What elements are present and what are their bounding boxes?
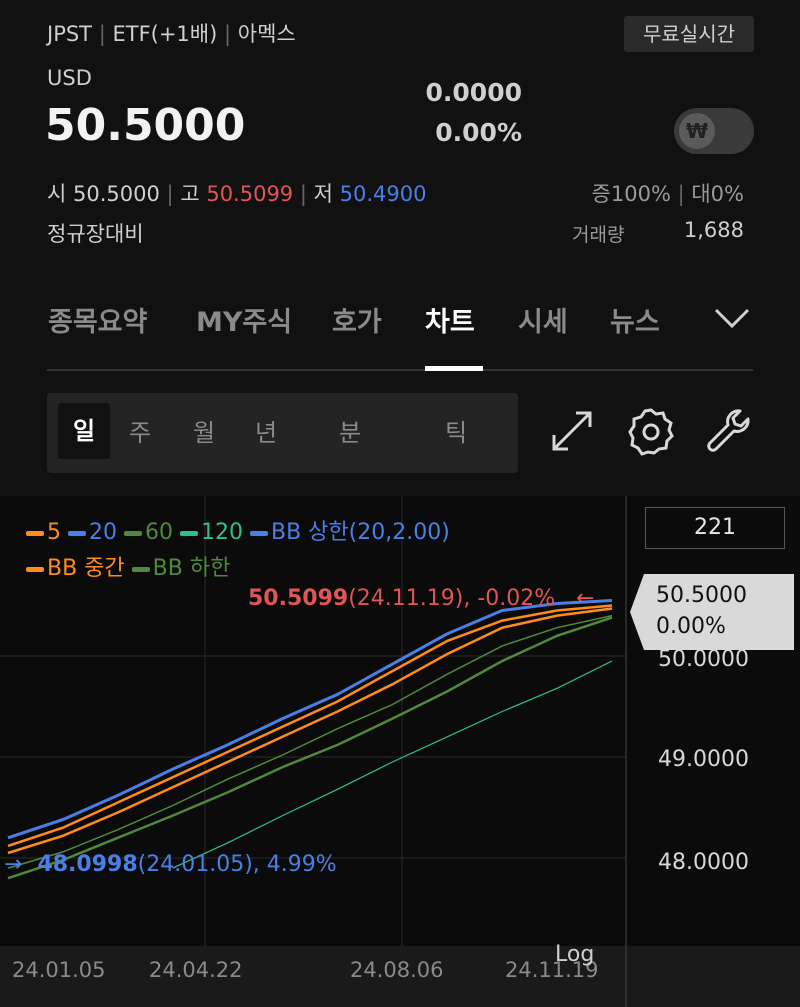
legend-swatch (250, 530, 268, 536)
gear-icon[interactable] (625, 405, 677, 457)
price-change: 0.0000 (425, 78, 522, 107)
legend-label: BB 중간 (47, 556, 125, 581)
y-tick-label: 49.0000 (658, 747, 749, 772)
arrow-right-icon: → (4, 852, 23, 877)
period-month[interactable]: 월 (193, 413, 215, 448)
won-icon: ₩ (679, 113, 715, 149)
legend-swatch (26, 530, 44, 536)
low-marker: → 48.0998(24.01.05), 4.99% (4, 852, 337, 877)
chart-legend: 5 20 60 120 BB 상한(20,2.00) BB 중간 BB 하한 (26, 514, 626, 582)
candle-count-box[interactable]: 221 (645, 507, 785, 549)
high-value: 50.5099 (206, 182, 294, 206)
tab-chart[interactable]: 차트 (425, 300, 475, 339)
period-day[interactable]: 일 (58, 403, 110, 459)
tab-price[interactable]: 시세 (518, 300, 568, 339)
tab-news[interactable]: 뉴스 (610, 300, 660, 339)
main-tabs: 종목요약 MY주식 호가 차트 시세 뉴스 (48, 300, 752, 340)
legend-item[interactable]: 120 (180, 520, 250, 545)
legend-row-2: BB 중간 BB 하한 (26, 550, 626, 582)
legend-item[interactable]: 20 (68, 520, 124, 545)
separator: | (98, 22, 106, 46)
separator: | (224, 22, 232, 46)
current-price-tag-price: 50.5000 (656, 583, 747, 608)
legend-swatch (180, 530, 198, 536)
legend-item[interactable]: BB 하한 (131, 556, 231, 581)
high-marker-detail: (24.11.19), -0.02% (348, 586, 556, 611)
current-price-tag: 50.5000 0.00% (656, 580, 747, 642)
x-tick-label: 24.08.06 (350, 958, 444, 982)
legend-label: 60 (145, 520, 173, 545)
high-marker-value: 50.5099 (248, 586, 349, 611)
period-minute[interactable]: 분 (339, 413, 361, 448)
legend-item[interactable]: BB 중간 (26, 556, 132, 581)
expand-icon[interactable] (546, 405, 598, 457)
legend-item[interactable]: 5 (26, 520, 68, 545)
current-price: 50.5000 (45, 100, 246, 151)
chevron-down-icon[interactable] (712, 302, 752, 332)
legend-swatch (68, 530, 86, 536)
legend-label: 120 (201, 520, 243, 545)
margin-info: 증100% | 대0% (592, 178, 744, 208)
open-value: 50.5000 (73, 182, 160, 206)
separator: | (166, 182, 174, 206)
period-selector: 일 주 월 년 분 틱 (47, 393, 518, 473)
price-change-pct: 0.00% (435, 118, 522, 147)
volume-value: 1,688 (683, 218, 744, 242)
legend-label: BB 하한 (152, 556, 231, 581)
low-marker-value: 48.0998 (37, 852, 138, 877)
low-label: 저 (313, 182, 333, 206)
x-tick-label: 24.04.22 (149, 958, 243, 982)
currency-toggle[interactable]: ₩ (674, 108, 754, 154)
currency-label: USD (47, 66, 92, 90)
tab-quote[interactable]: 호가 (332, 300, 382, 339)
wrench-icon[interactable] (704, 405, 756, 457)
legend-label: 20 (89, 520, 117, 545)
ohlc-row: 시 50.5000 | 고 50.5099 | 저 50.4900 (47, 178, 426, 208)
legend-item[interactable]: 60 (124, 520, 180, 545)
high-label: 고 (180, 182, 200, 206)
loan-rate: 대0% (691, 182, 744, 206)
y-tick-label: 48.0000 (658, 850, 749, 875)
active-tab-indicator (425, 366, 483, 371)
legend-item[interactable]: BB 상한(20,2.00) (250, 520, 450, 545)
legend-swatch (131, 566, 150, 572)
period-year[interactable]: 년 (255, 413, 277, 448)
tabs-divider (47, 369, 753, 371)
current-price-tag-pct: 0.00% (656, 614, 726, 639)
tab-my-stocks[interactable]: MY주식 (196, 300, 292, 339)
compare-label: 정규장대비 (47, 222, 144, 246)
tab-summary[interactable]: 종목요약 (48, 300, 147, 339)
volume-label: 거래량 (572, 224, 625, 246)
period-week[interactable]: 주 (129, 413, 151, 448)
low-value: 50.4900 (339, 182, 427, 206)
instrument-info: JPST | ETF(+1배) | 아멕스 (47, 18, 296, 48)
arrow-left-icon: ← (576, 586, 595, 611)
legend-row-1: 5 20 60 120 BB 상한(20,2.00) (26, 514, 626, 546)
separator: | (299, 182, 307, 206)
legend-label: BB 상한(20,2.00) (271, 520, 450, 545)
ticker: JPST (47, 22, 93, 46)
low-marker-detail: (24.01.05), 4.99% (137, 852, 337, 877)
legend-swatch (124, 530, 142, 536)
log-scale-toggle[interactable]: Log (555, 942, 594, 967)
issuer: 아멕스 (237, 22, 296, 46)
x-tick-label: 24.01.05 (12, 958, 106, 982)
margin-rate: 증100% (591, 182, 671, 206)
y-tick-label: 50.0000 (658, 647, 749, 672)
instrument-type: ETF(+1배) (112, 22, 218, 46)
legend-swatch (26, 566, 44, 572)
realtime-badge[interactable]: 무료실시간 (624, 16, 754, 52)
open-label: 시 (47, 182, 67, 206)
legend-label: 5 (47, 520, 61, 545)
period-tick[interactable]: 틱 (445, 413, 467, 448)
high-marker: 50.5099(24.11.19), -0.02% ← (248, 586, 595, 611)
separator: | (677, 182, 685, 206)
